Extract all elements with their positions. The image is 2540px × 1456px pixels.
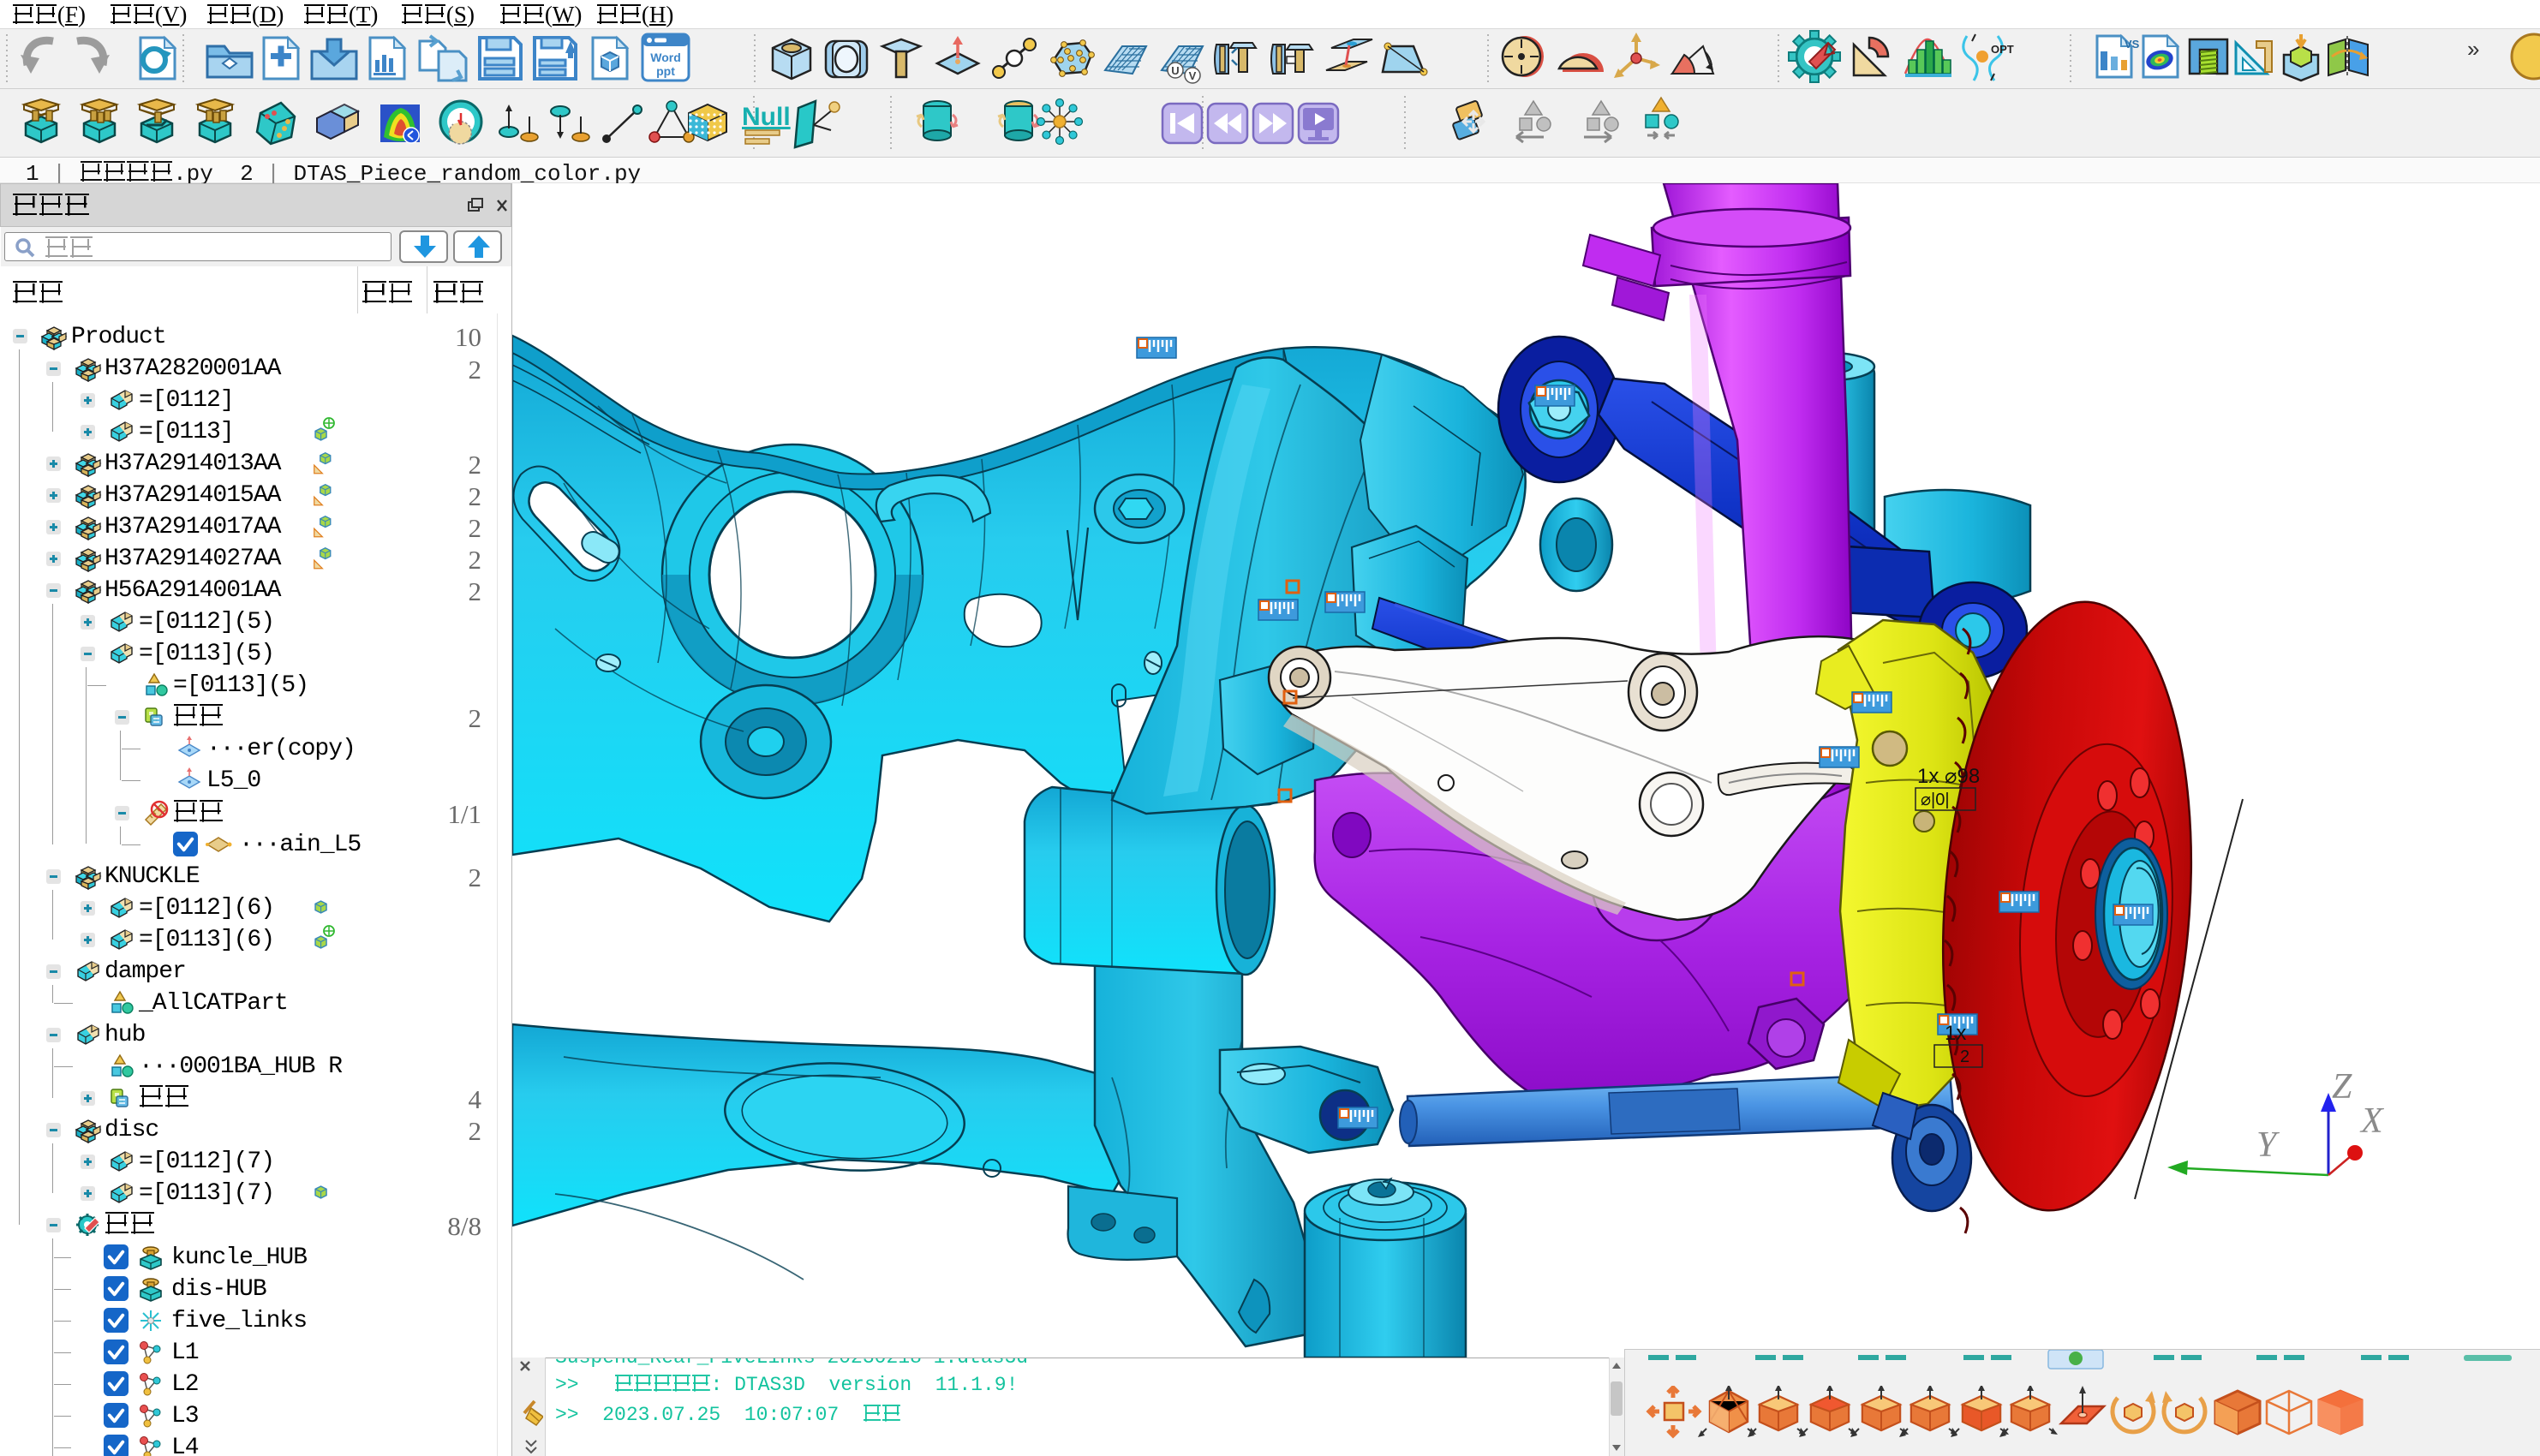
svg-text:2: 2	[1960, 1047, 1969, 1066]
svg-text:1x ⌀98: 1x ⌀98	[1917, 765, 1980, 788]
svg-text:Null: Null	[742, 103, 791, 131]
svg-text:Y: Y	[2256, 1125, 2280, 1165]
svg-text:⌀|0|: ⌀|0|	[1921, 791, 1950, 809]
svg-text:X: X	[2359, 1101, 2385, 1141]
svg-text:Z: Z	[2332, 1067, 2352, 1107]
svg-text:1x: 1x	[1945, 1022, 1966, 1045]
